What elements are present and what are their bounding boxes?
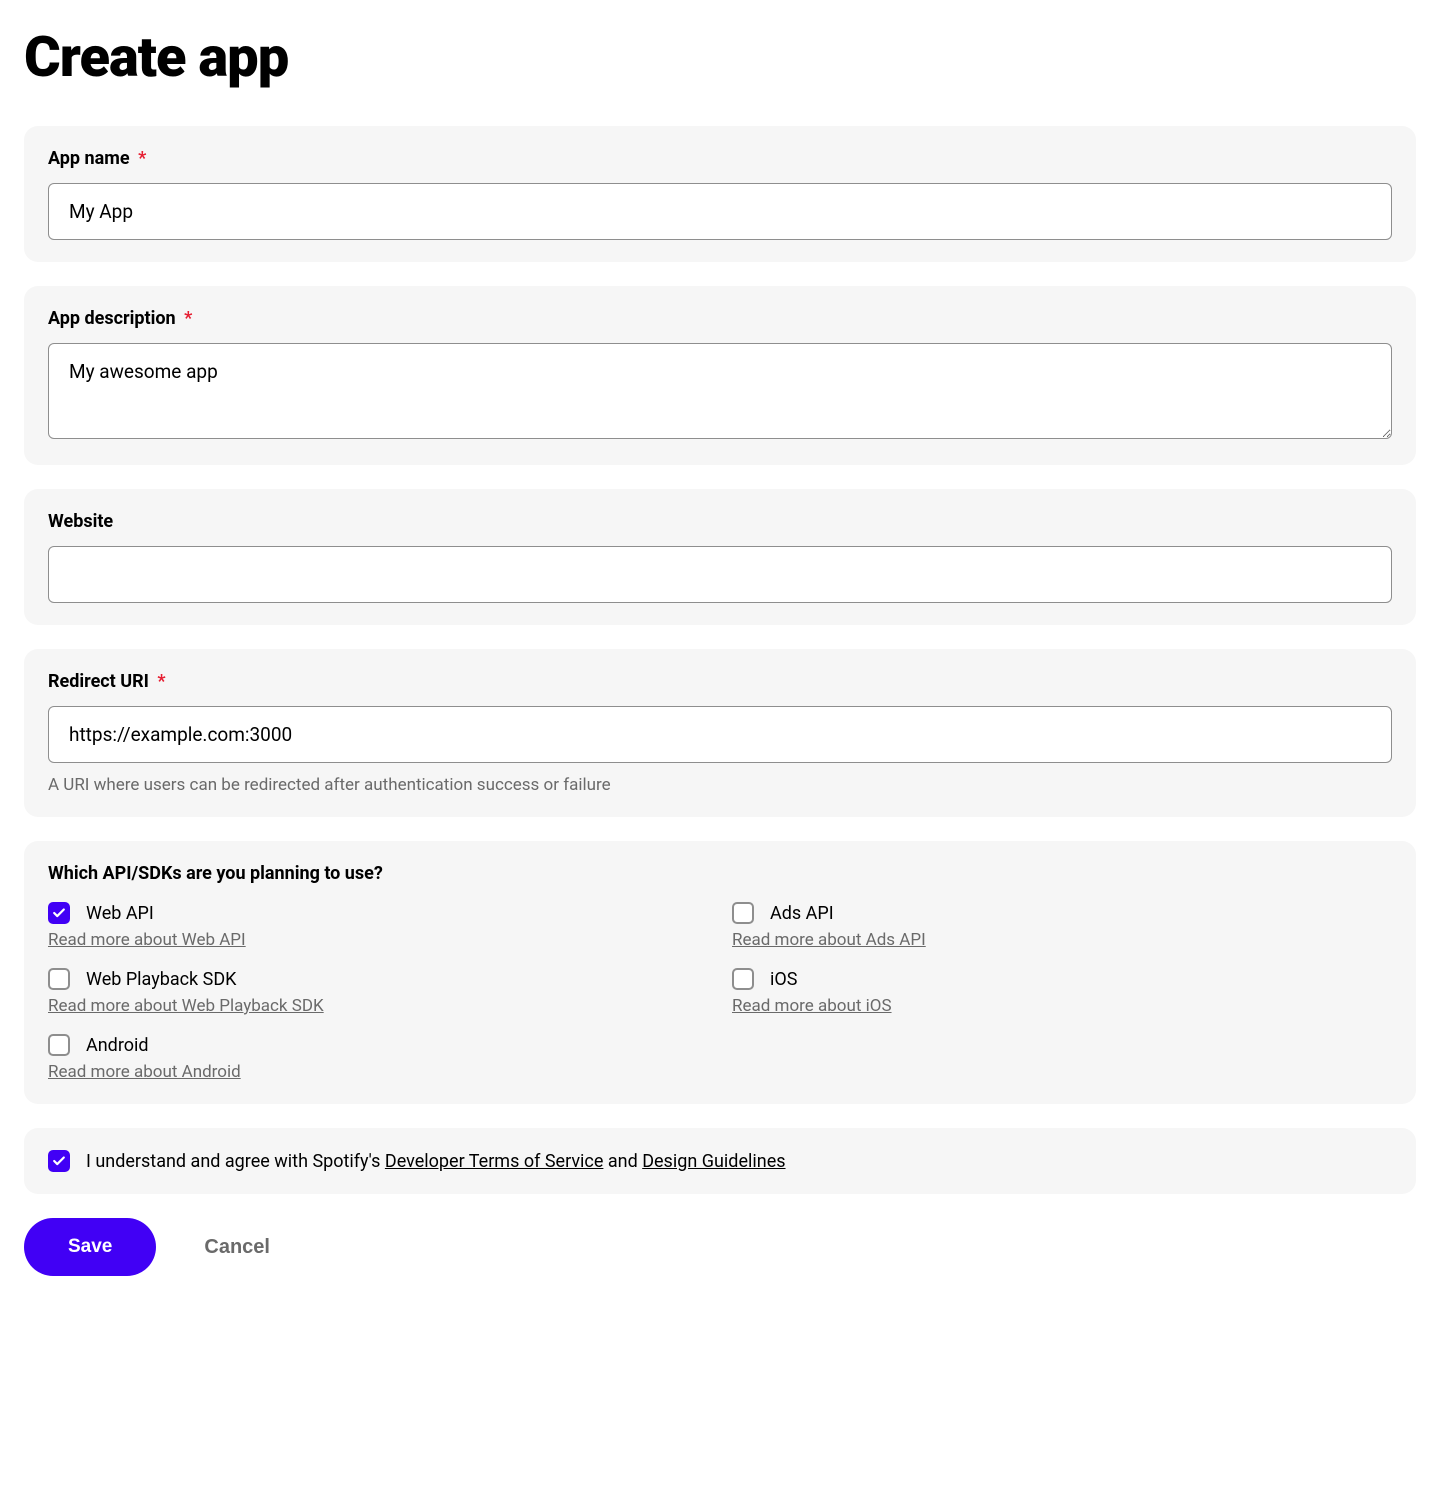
terms-text: I understand and agree with Spotify's De… [86,1151,786,1172]
sdk-checkbox-row-web-playback-sdk: Web Playback SDK [48,968,708,990]
terms-link-design[interactable]: Design Guidelines [642,1151,785,1172]
sdk-read-more-android[interactable]: Read more about Android [48,1062,241,1082]
terms-checkbox[interactable] [48,1150,70,1172]
sdk-checkbox-web-api[interactable] [48,902,70,924]
redirect-uri-label-text: Redirect URI [48,671,149,692]
check-icon [52,1154,66,1168]
sdk-checkbox-row-ios: iOS [732,968,1392,990]
terms-prefix: I understand and agree with Spotify's [86,1151,385,1172]
redirect-uri-label: Redirect URI * [48,671,1392,692]
button-row: Save Cancel [24,1218,1416,1276]
sdk-checkbox-row-ads-api: Ads API [732,902,1392,924]
website-input[interactable] [48,546,1392,603]
sdk-item-web-playback-sdk: Web Playback SDK Read more about Web Play… [48,968,708,1016]
sdks-card: Which API/SDKs are you planning to use? … [24,841,1416,1104]
app-description-card: App description * My awesome app [24,286,1416,465]
terms-link-tos[interactable]: Developer Terms of Service [385,1151,604,1172]
redirect-uri-helper: A URI where users can be redirected afte… [48,775,1392,795]
app-description-input[interactable]: My awesome app [48,343,1392,439]
cancel-button[interactable]: Cancel [204,1236,270,1259]
page-title: Create app [24,24,1416,90]
app-name-label-text: App name [48,148,130,169]
terms-middle: and [603,1151,642,1172]
required-star-icon: * [184,308,192,329]
app-name-card: App name * [24,126,1416,262]
sdk-label-android: Android [86,1035,149,1056]
sdk-label-ios: iOS [770,969,797,990]
website-label-text: Website [48,511,113,532]
sdk-grid: Web API Read more about Web API Ads API Rea… [48,902,1392,1082]
sdk-label-web-playback-sdk: Web Playback SDK [86,969,236,990]
sdk-item-ios: iOS Read more about iOS [732,968,1392,1016]
terms-row: I understand and agree with Spotify's De… [48,1150,1392,1172]
sdk-item-android: Android Read more about Android [48,1034,708,1082]
sdk-checkbox-row-web-api: Web API [48,902,708,924]
sdk-checkbox-row-android: Android [48,1034,708,1056]
website-label: Website [48,511,1392,532]
sdk-checkbox-ios[interactable] [732,968,754,990]
sdk-checkbox-web-playback-sdk[interactable] [48,968,70,990]
sdk-label-web-api: Web API [86,903,154,924]
sdks-heading: Which API/SDKs are you planning to use? [48,863,1392,884]
sdk-read-more-ios[interactable]: Read more about iOS [732,996,892,1016]
sdk-checkbox-android[interactable] [48,1034,70,1056]
redirect-uri-input[interactable] [48,706,1392,763]
sdk-checkbox-ads-api[interactable] [732,902,754,924]
app-description-label-text: App description [48,308,176,329]
sdk-label-ads-api: Ads API [770,903,834,924]
app-name-input[interactable] [48,183,1392,240]
sdk-read-more-web-api[interactable]: Read more about Web API [48,930,246,950]
sdk-item-web-api: Web API Read more about Web API [48,902,708,950]
app-description-label: App description * [48,308,1392,329]
terms-card: I understand and agree with Spotify's De… [24,1128,1416,1194]
redirect-uri-card: Redirect URI * A URI where users can be … [24,649,1416,817]
sdk-read-more-ads-api[interactable]: Read more about Ads API [732,930,926,950]
save-button[interactable]: Save [24,1218,156,1276]
website-card: Website [24,489,1416,625]
sdk-item-ads-api: Ads API Read more about Ads API [732,902,1392,950]
check-icon [52,906,66,920]
sdk-read-more-web-playback-sdk[interactable]: Read more about Web Playback SDK [48,996,324,1016]
required-star-icon: * [157,671,165,692]
required-star-icon: * [138,148,146,169]
app-name-label: App name * [48,148,1392,169]
